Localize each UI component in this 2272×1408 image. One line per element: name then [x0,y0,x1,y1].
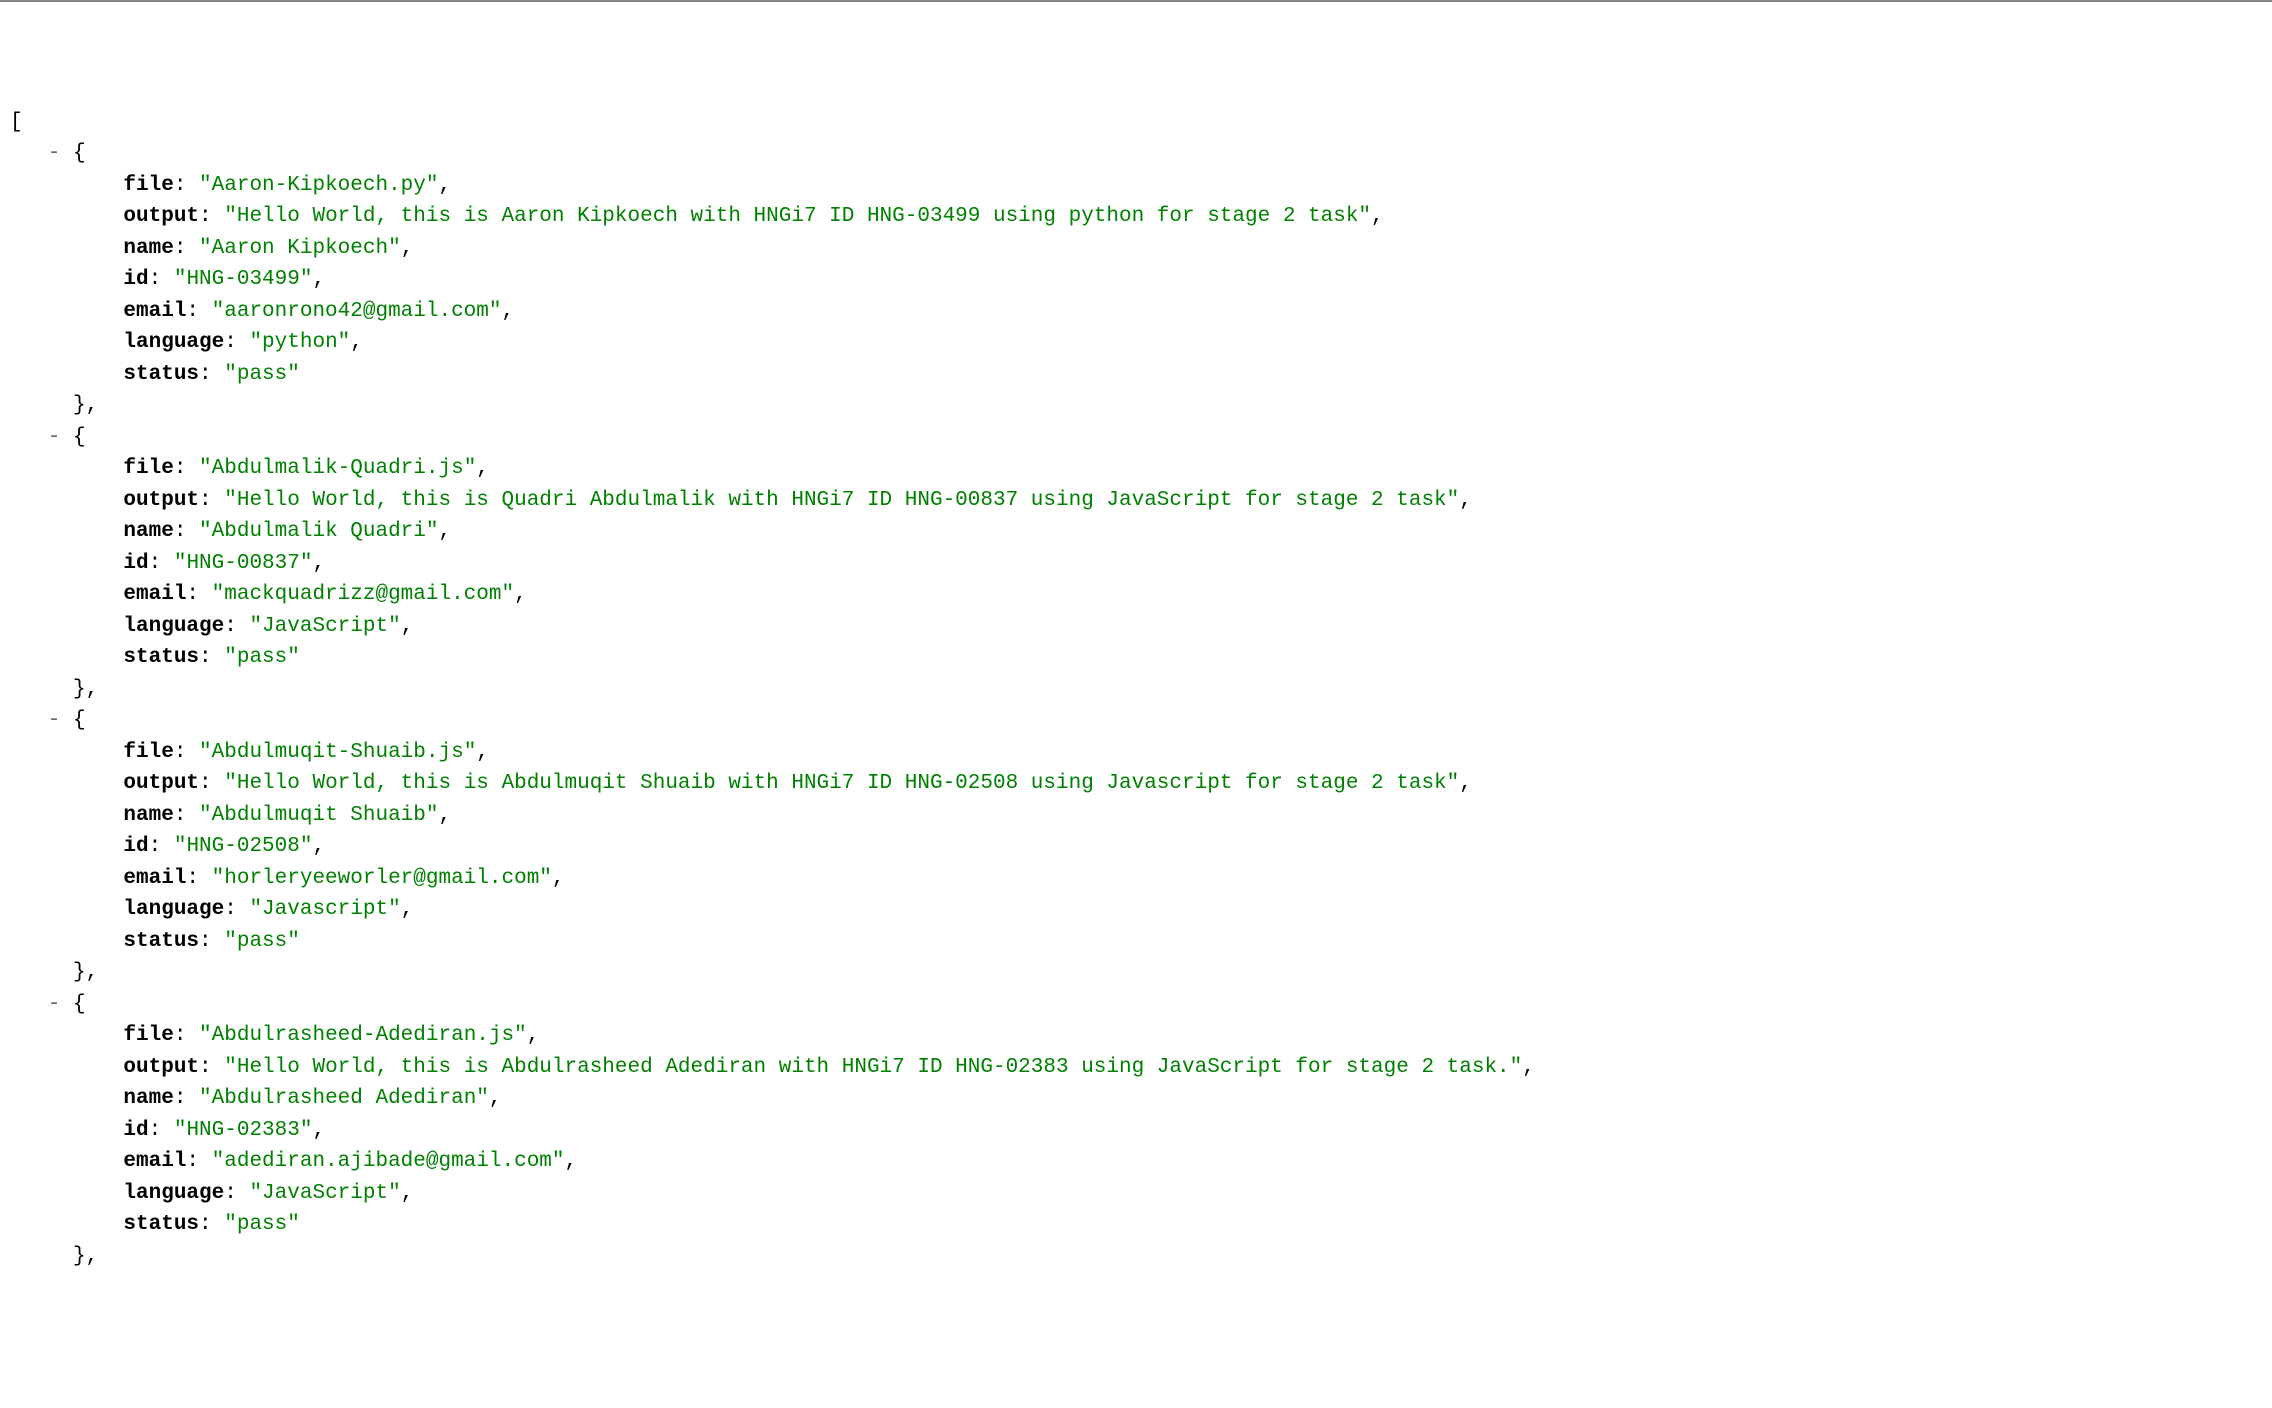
json-string-value: "pass" [224,646,300,669]
json-key: id [123,552,148,575]
json-string-value: "pass" [224,363,300,386]
collapse-toggle[interactable]: - [48,705,61,737]
json-property-status: status: "pass" [10,926,2262,958]
json-key: email [123,1150,186,1173]
json-property-status: status: "pass" [10,359,2262,391]
json-string-value: "JavaScript" [249,615,400,638]
json-key: language [123,898,224,921]
json-key: email [123,300,186,323]
json-string-value: "HNG-03499" [174,268,313,291]
json-string-value: "Abdulmalik-Quadri.js" [199,457,476,480]
json-string-value: "JavaScript" [249,1182,400,1205]
json-property-id: id: "HNG-03499", [10,264,2262,296]
json-key: email [123,867,186,890]
json-string-value: "HNG-00837" [174,552,313,575]
json-property-email: email: "aaronrono42@gmail.com", [10,296,2262,328]
json-string-value: "Javascript" [249,898,400,921]
json-property-file: file: "Aaron-Kipkoech.py", [10,170,2262,202]
json-string-value: "Abdulmuqit-Shuaib.js" [199,741,476,764]
json-string-value: "HNG-02383" [174,1119,313,1142]
json-string-value: "Aaron Kipkoech" [199,237,401,260]
json-key: language [123,615,224,638]
json-key: name [123,804,173,827]
json-property-file: file: "Abdulrasheed-Adediran.js", [10,1020,2262,1052]
json-property-file: file: "Abdulmalik-Quadri.js", [10,453,2262,485]
json-property-email: email: "mackquadrizz@gmail.com", [10,579,2262,611]
json-key: status [123,363,199,386]
json-viewer[interactable]: [- {file: "Aaron-Kipkoech.py",output: "H… [10,107,2262,1273]
json-property-output: output: "Hello World, this is Aaron Kipk… [10,201,2262,233]
json-string-value: "horleryeeworler@gmail.com" [212,867,552,890]
json-key: file [123,457,173,480]
json-string-value: "mackquadrizz@gmail.com" [212,583,514,606]
json-key: file [123,174,173,197]
array-open: [ [10,111,23,134]
json-key: name [123,1087,173,1110]
json-property-language: language: "JavaScript", [10,611,2262,643]
json-property-name: name: "Aaron Kipkoech", [10,233,2262,265]
json-string-value: "pass" [224,930,300,953]
json-property-file: file: "Abdulmuqit-Shuaib.js", [10,737,2262,769]
json-string-value: "Abdulmuqit Shuaib" [199,804,438,827]
json-string-value: "Abdulmalik Quadri" [199,520,438,543]
json-key: name [123,237,173,260]
json-key: id [123,1119,148,1142]
object-close: }, [73,1245,98,1268]
collapse-toggle[interactable]: - [48,138,61,170]
json-property-email: email: "horleryeeworler@gmail.com", [10,863,2262,895]
json-key: output [123,772,199,795]
json-string-value: "Abdulrasheed-Adediran.js" [199,1024,527,1047]
json-property-id: id: "HNG-02508", [10,831,2262,863]
json-string-value: "HNG-02508" [174,835,313,858]
json-property-language: language: "Javascript", [10,894,2262,926]
json-property-id: id: "HNG-00837", [10,548,2262,580]
json-property-language: language: "python", [10,327,2262,359]
collapse-toggle[interactable]: - [48,422,61,454]
json-property-id: id: "HNG-02383", [10,1115,2262,1147]
json-key: email [123,583,186,606]
json-key: status [123,646,199,669]
json-property-output: output: "Hello World, this is Quadri Abd… [10,485,2262,517]
json-property-status: status: "pass" [10,642,2262,674]
json-key: language [123,331,224,354]
collapse-toggle[interactable]: - [48,989,61,1021]
json-property-name: name: "Abdulrasheed Adediran", [10,1083,2262,1115]
json-string-value: "adediran.ajibade@gmail.com" [212,1150,565,1173]
object-close: }, [73,678,98,701]
object-close: }, [73,961,98,984]
json-property-status: status: "pass" [10,1209,2262,1241]
json-string-value: "Hello World, this is Quadri Abdulmalik … [224,489,1459,512]
json-key: output [123,205,199,228]
json-key: output [123,489,199,512]
object-open: { [73,142,86,165]
json-string-value: "pass" [224,1213,300,1236]
object-close: }, [73,394,98,417]
json-property-email: email: "adediran.ajibade@gmail.com", [10,1146,2262,1178]
json-string-value: "aaronrono42@gmail.com" [212,300,502,323]
object-open: { [73,709,86,732]
json-key: id [123,268,148,291]
json-string-value: "Hello World, this is Aaron Kipkoech wit… [224,205,1371,228]
json-property-name: name: "Abdulmalik Quadri", [10,516,2262,548]
json-string-value: "Hello World, this is Abdulrasheed Adedi… [224,1056,1522,1079]
json-key: id [123,835,148,858]
json-property-name: name: "Abdulmuqit Shuaib", [10,800,2262,832]
json-property-output: output: "Hello World, this is Abdulrashe… [10,1052,2262,1084]
json-string-value: "python" [249,331,350,354]
json-key: status [123,930,199,953]
json-key: file [123,1024,173,1047]
json-string-value: "Abdulrasheed Adediran" [199,1087,489,1110]
json-property-language: language: "JavaScript", [10,1178,2262,1210]
json-key: output [123,1056,199,1079]
json-key: status [123,1213,199,1236]
json-property-output: output: "Hello World, this is Abdulmuqit… [10,768,2262,800]
json-string-value: "Hello World, this is Abdulmuqit Shuaib … [224,772,1459,795]
object-open: { [73,993,86,1016]
json-key: file [123,741,173,764]
json-key: language [123,1182,224,1205]
object-open: { [73,426,86,449]
json-string-value: "Aaron-Kipkoech.py" [199,174,438,197]
json-key: name [123,520,173,543]
